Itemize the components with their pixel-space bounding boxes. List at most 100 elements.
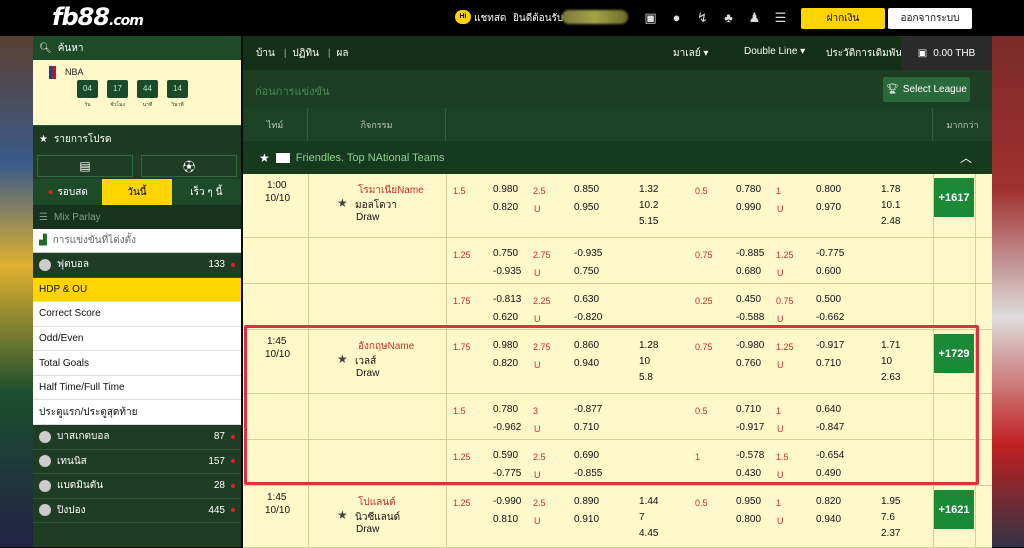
odds-away[interactable]: -0.775 — [493, 468, 521, 479]
favorites-header[interactable]: ★ รายการโปรด — [33, 125, 241, 153]
odds-over-1h[interactable]: 0.800 — [816, 184, 841, 195]
more-markets-button[interactable]: +1621 — [934, 490, 974, 529]
odds-home-1h[interactable]: -0.885 — [736, 248, 764, 259]
sub-first-last-goal[interactable]: ประตูแรก/ประตูสุดท้าย — [33, 400, 241, 426]
line-type-dropdown[interactable]: Double Line ▾ — [744, 46, 805, 57]
odds-away[interactable]: 0.820 — [493, 358, 518, 369]
user-icon[interactable]: ♟ — [746, 9, 763, 26]
1x2-odds-1h[interactable]: 2.37 — [881, 528, 900, 539]
1x2-odds-1h[interactable]: 1.95 — [881, 496, 900, 507]
odds-over[interactable]: -0.877 — [574, 404, 602, 415]
nba-countdown[interactable]: NBA 04 วัน 17 ชั่วโมง 44 นาที 14 วินาที — [33, 60, 241, 125]
1x2-odds[interactable]: 1.28 — [639, 340, 658, 351]
sub-correct-score[interactable]: Correct Score — [33, 302, 241, 327]
odds-away-1h[interactable]: -0.588 — [736, 312, 764, 323]
odds-away[interactable]: 0.810 — [493, 514, 518, 525]
odds-under-1h[interactable]: -0.847 — [816, 422, 844, 433]
odds-under-1h[interactable]: 0.940 — [816, 514, 841, 525]
odds-home[interactable]: -0.813 — [493, 294, 521, 305]
odds-under[interactable]: 0.940 — [574, 358, 599, 369]
star-icon[interactable]: ★ — [259, 151, 270, 165]
odds-away-1h[interactable]: 0.680 — [736, 266, 761, 277]
nav-home[interactable]: บ้าน — [256, 46, 275, 61]
odds-under-1h[interactable]: 0.490 — [816, 468, 841, 479]
odds-over-1h[interactable]: -0.775 — [816, 248, 844, 259]
odds-home[interactable]: 0.590 — [493, 450, 518, 461]
odds-away-1h[interactable]: -0.917 — [736, 422, 764, 433]
odds-type-dropdown[interactable]: มาเลย์ ▾ — [673, 46, 708, 61]
odds-over-1h[interactable]: 0.500 — [816, 294, 841, 305]
odds-over[interactable]: -0.935 — [574, 248, 602, 259]
transfer-icon[interactable]: ↯ — [694, 9, 711, 26]
tab-live[interactable]: ● รอบสด — [33, 179, 103, 205]
odds-home[interactable]: -0.990 — [493, 496, 521, 507]
more-markets-button[interactable]: +1729 — [934, 334, 974, 373]
odds-home[interactable]: 0.980 — [493, 184, 518, 195]
logout-button[interactable]: ออกจากระบบ — [888, 8, 972, 29]
odds-home-1h[interactable]: 0.780 — [736, 184, 761, 195]
1x2-odds[interactable]: 1.44 — [639, 496, 658, 507]
sport-football[interactable]: ฟุตบอล 133 — [33, 253, 241, 278]
odds-away-1h[interactable]: 0.430 — [736, 468, 761, 479]
odds-away-1h[interactable]: 0.800 — [736, 514, 761, 525]
odds-under[interactable]: -0.855 — [574, 468, 602, 479]
chevron-up-icon[interactable]: ︿ — [960, 149, 972, 166]
odds-under-1h[interactable]: 0.600 — [816, 266, 841, 277]
odds-away-1h[interactable]: 0.990 — [736, 202, 761, 213]
1x2-odds-1h[interactable]: 2.63 — [881, 372, 900, 383]
odds-home-1h[interactable]: -0.578 — [736, 450, 764, 461]
fb88-logo[interactable]: fb88.com — [52, 3, 144, 31]
1x2-odds[interactable]: 10.2 — [639, 200, 658, 211]
sub-hdp-ou[interactable]: HDP & OU — [33, 277, 241, 303]
odds-under-1h[interactable]: 0.970 — [816, 202, 841, 213]
odds-home[interactable]: 0.980 — [493, 340, 518, 351]
mix-parlay[interactable]: ☰ Mix Parlay — [33, 205, 241, 229]
odds-under[interactable]: 0.950 — [574, 202, 599, 213]
sub-odd-even[interactable]: Odd/Even — [33, 326, 241, 352]
live-chat-link[interactable]: แชทสด — [474, 11, 506, 26]
list-icon[interactable]: ☰ — [772, 9, 789, 26]
odds-away[interactable]: 0.620 — [493, 312, 518, 323]
message-icon[interactable]: ▤ — [37, 155, 133, 177]
1x2-odds-1h[interactable]: 7.6 — [881, 512, 895, 523]
favorite-star-icon[interactable]: ★ — [337, 508, 348, 522]
odds-under[interactable]: 0.750 — [574, 266, 599, 277]
1x2-odds-1h[interactable]: 1.78 — [881, 184, 900, 195]
league-header[interactable]: ★ Friendles. Top NAtional Teams ︿ — [243, 141, 992, 174]
odds-over[interactable]: 0.890 — [574, 496, 599, 507]
bet-history-link[interactable]: ประวัติการเดิมพัน — [826, 46, 902, 61]
odds-away-1h[interactable]: 0.760 — [736, 358, 761, 369]
odds-under-1h[interactable]: -0.662 — [816, 312, 844, 323]
odds-away[interactable]: -0.935 — [493, 266, 521, 277]
tab-upcoming[interactable]: เร็ว ๆ นี้ — [171, 179, 241, 205]
1x2-odds[interactable]: 5.8 — [639, 372, 653, 383]
odds-over-1h[interactable]: 0.820 — [816, 496, 841, 507]
odds-over-1h[interactable]: -0.917 — [816, 340, 844, 351]
more-markets-button[interactable]: +1617 — [934, 178, 974, 217]
outright-item[interactable]: ▟ การแข่งขันที่ไต่งตั้ง — [33, 229, 241, 253]
sport-basketball[interactable]: บาสเกตบอล 87 — [33, 425, 241, 450]
coin-icon[interactable]: ● — [668, 9, 685, 26]
1x2-odds-1h[interactable]: 10 — [881, 356, 892, 367]
1x2-odds[interactable]: 5.15 — [639, 216, 658, 227]
1x2-odds[interactable]: 4.45 — [639, 528, 658, 539]
favorite-star-icon[interactable]: ★ — [337, 196, 348, 210]
odds-over[interactable]: 0.850 — [574, 184, 599, 195]
favorite-star-icon[interactable]: ★ — [337, 352, 348, 366]
sub-ht-ft[interactable]: Half Time/Full Time — [33, 375, 241, 401]
casino-icon[interactable]: ♣ — [720, 9, 737, 26]
sport-table-tennis[interactable]: ปิงปอง 445 — [33, 498, 241, 524]
odds-home-1h[interactable]: 0.450 — [736, 294, 761, 305]
odds-home-1h[interactable]: 0.710 — [736, 404, 761, 415]
1x2-odds-1h[interactable]: 1.71 — [881, 340, 900, 351]
sub-total-goals[interactable]: Total Goals — [33, 351, 241, 376]
odds-under-1h[interactable]: 0.710 — [816, 358, 841, 369]
odds-under[interactable]: 0.710 — [574, 422, 599, 433]
wallet-icon[interactable]: ▣ — [642, 9, 659, 26]
1x2-odds-1h[interactable]: 10.1 — [881, 200, 900, 211]
odds-away[interactable]: 0.820 — [493, 202, 518, 213]
odds-over-1h[interactable]: -0.654 — [816, 450, 844, 461]
search-header[interactable]: 🔍︎ ค้นหา — [33, 36, 241, 60]
odds-over[interactable]: 0.630 — [574, 294, 599, 305]
tab-today[interactable]: วันนี้ — [102, 179, 172, 205]
